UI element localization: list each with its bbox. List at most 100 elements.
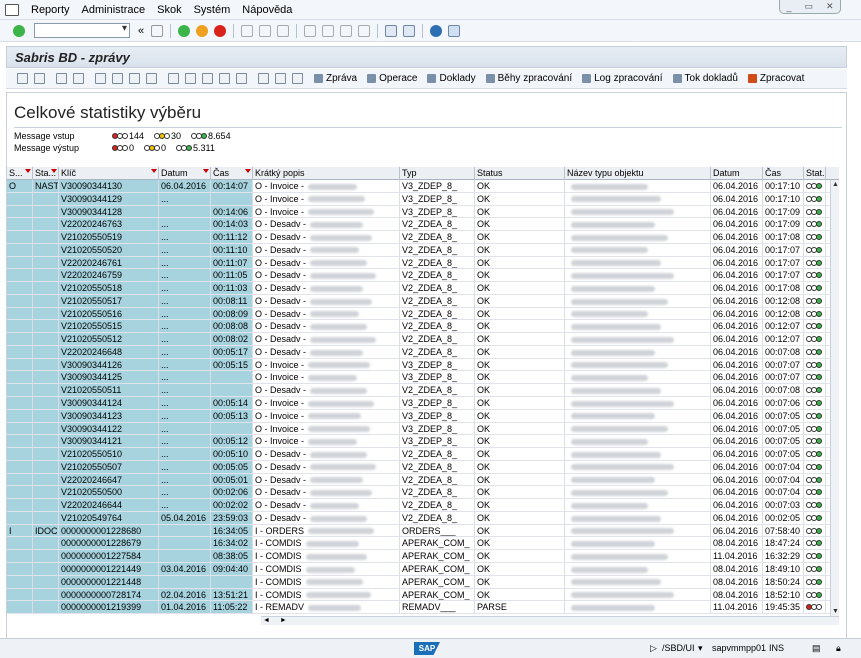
table-cell[interactable]: 18:50:24 [763,575,804,588]
next-page-icon[interactable] [340,24,353,37]
table-cell[interactable] [565,307,711,320]
table-cell[interactable] [33,345,59,358]
doklady-button[interactable]: Doklady [427,73,476,84]
new-session-icon[interactable] [385,24,398,37]
table-cell[interactable]: 00:07:07 [763,371,804,384]
table-cell[interactable] [565,231,711,243]
table-cell[interactable]: O - Desadv - [253,384,400,397]
table-cell[interactable] [565,192,711,205]
status-lamp-icon[interactable] [804,486,826,499]
column-header[interactable]: S... [7,167,33,180]
column-header[interactable]: Název typu objektu [565,167,711,180]
table-cell[interactable] [33,333,59,345]
save-icon[interactable] [151,24,164,37]
export-icon[interactable] [185,73,196,84]
table-cell[interactable]: 00:11:10 [211,243,253,256]
table-cell[interactable]: OK [475,486,565,499]
table-cell[interactable] [33,448,59,460]
table-cell[interactable]: 00:07:08 [763,345,804,358]
table-cell[interactable]: V22020246763 [59,218,159,231]
table-cell[interactable]: 06.04.2016 [711,192,763,205]
table-cell[interactable]: OK [475,269,565,282]
table-row[interactable]: 0000000001228679 16:34:02 I - COMDIS APERAK… [7,537,831,551]
table-row[interactable]: V22020246644... 00:02:02 O - Desadv - V2_ZD… [7,499,831,512]
table-cell[interactable]: 00:07:04 [763,486,804,499]
close-icon[interactable]: ✕ [826,1,834,12]
table-cell[interactable]: O - Desadv - [253,511,400,524]
table-cell[interactable]: 06.04.2016 [711,218,763,231]
table-cell[interactable]: O - Desadv - [253,333,400,345]
table-cell[interactable]: 06.04.2016 [711,384,763,397]
table-cell[interactable]: 06.04.2016 [711,358,763,371]
layout-icon[interactable] [448,24,461,37]
scroll-right-icon[interactable]: ► [272,617,287,624]
table-cell[interactable]: O - Desadv - [253,243,400,256]
table-cell[interactable]: 16:34:02 [211,537,253,550]
sum-icon[interactable] [146,73,157,84]
print-preview-icon[interactable] [168,73,179,84]
table-cell[interactable]: 00:07:06 [763,397,804,409]
status-lamp-icon[interactable] [804,397,826,409]
table-cell[interactable] [565,486,711,499]
table-cell[interactable] [33,409,59,422]
table-cell[interactable] [7,269,33,282]
table-cell[interactable]: OK [475,307,565,320]
table-cell[interactable]: 06.04.2016 [711,524,763,537]
table-cell[interactable] [33,256,59,269]
status-lamp-icon[interactable] [804,294,826,307]
operace-button[interactable]: Operace [367,73,417,84]
table-cell[interactable]: 00:08:11 [211,294,253,307]
table-cell[interactable]: OK [475,422,565,435]
table-cell[interactable]: 00:17:10 [763,192,804,205]
last-page-icon[interactable] [358,24,371,37]
column-header[interactable]: Čas [763,167,804,180]
table-cell[interactable]: I - COMDIS [253,575,400,588]
column-header[interactable]: Klíč [59,167,159,180]
table-cell[interactable]: V2_ZDEA_8_ [400,256,475,269]
graphic-icon[interactable] [236,73,247,84]
table-cell[interactable]: 00:02:05 [763,511,804,524]
table-cell[interactable]: 06.04.2016 [711,371,763,384]
table-cell[interactable] [565,397,711,409]
table-cell[interactable] [7,307,33,320]
filter-off-icon[interactable] [129,73,140,84]
status-lamp-icon[interactable] [804,460,826,473]
status-lamp-icon[interactable] [804,524,826,537]
table-cell[interactable] [565,358,711,371]
table-cell[interactable] [159,524,211,537]
table-cell[interactable]: V30090344121 [59,435,159,448]
table-cell[interactable]: 00:05:01 [211,473,253,486]
table-cell[interactable]: V3_ZDEP_8_ [400,422,475,435]
table-cell[interactable]: 00:02:06 [211,486,253,499]
table-cell[interactable]: V30090344124 [59,397,159,409]
table-cell[interactable]: O - Desadv - [253,218,400,231]
table-cell[interactable]: V21020550512 [59,333,159,345]
table-cell[interactable]: 00:14:03 [211,218,253,231]
table-cell[interactable] [33,294,59,307]
table-cell[interactable]: 13:51:21 [211,588,253,601]
table-cell[interactable]: O - Desadv - [253,473,400,486]
table-cell[interactable]: ... [159,358,211,371]
table-cell[interactable]: OK [475,218,565,231]
menu-skok[interactable]: Skok [151,4,187,16]
table-cell[interactable]: 0000000000728174 [59,588,159,601]
column-header[interactable]: Datum [711,167,763,180]
table-cell[interactable] [7,320,33,333]
table-cell[interactable]: ... [159,460,211,473]
table-cell[interactable]: V21020550516 [59,307,159,320]
table-row[interactable]: I IDOC 0000000001228680 16:34:05 I - ORDERS O… [7,524,831,538]
table-row[interactable]: V21020550511... O - Desadv - V2_ZDEA_8_ OK 0… [7,384,831,398]
table-cell[interactable]: V2_ZDEA_8_ [400,511,475,524]
table-cell[interactable]: I - COMDIS [253,537,400,550]
find-icon[interactable] [259,24,272,37]
table-cell[interactable]: OK [475,256,565,269]
table-cell[interactable]: 05.04.2016 [159,511,211,524]
table-row[interactable]: V21020549764 05.04.2016 23:59:03 O - Desadv… [7,511,831,525]
table-cell[interactable]: ... [159,486,211,499]
table-cell[interactable]: 00:11:12 [211,231,253,243]
table-cell[interactable]: V30090344123 [59,409,159,422]
table-cell[interactable] [565,524,711,537]
abc-icon[interactable] [219,73,230,84]
table-cell[interactable]: V3_ZDEP_8_ [400,371,475,384]
status-lamp-icon[interactable] [804,243,826,256]
